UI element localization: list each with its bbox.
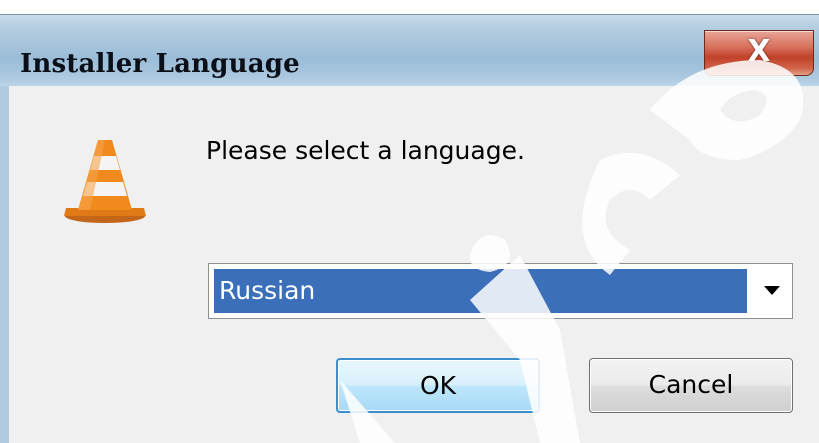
title-bar[interactable]: Installer Language X [0,14,819,87]
window-title: Installer Language [20,49,300,79]
chevron-down-icon[interactable] [764,286,780,295]
top-strip [0,0,819,14]
close-button[interactable]: X [704,30,814,76]
cancel-button[interactable]: Cancel [589,358,793,413]
vlc-cone-icon [64,140,146,223]
select-language-prompt: Please select a language. [206,136,525,165]
ok-button[interactable]: OK [336,358,540,413]
close-icon: X [747,34,771,69]
language-dropdown-value: Russian [214,269,747,313]
language-dropdown[interactable]: Russian [208,263,793,319]
installer-language-dialog: Installer Language X Please select a lan… [0,0,819,443]
